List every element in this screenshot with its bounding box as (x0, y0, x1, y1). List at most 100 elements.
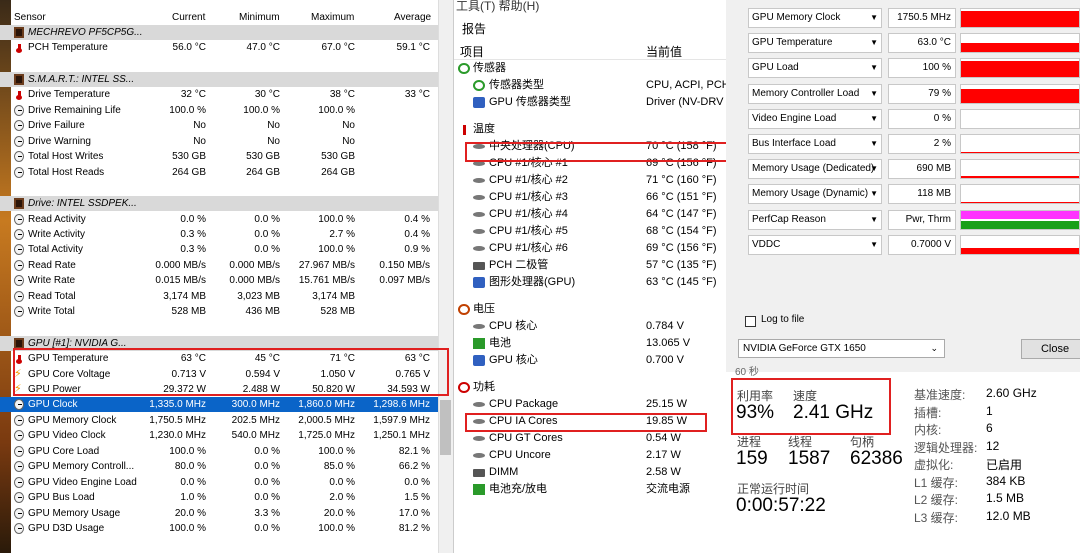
sensor-row[interactable]: GPU Memory Usage 20.0 % 3.3 % 20.0 % 17.0 % (0, 506, 440, 521)
sensor-max-value: 0.0 % (329, 476, 355, 488)
sensor-name: Read Activity (28, 213, 86, 225)
tree-item-row[interactable]: DIMM 2.58 W (454, 464, 726, 481)
graph-fill (961, 43, 1079, 53)
sensor-row[interactable]: Drive Remaining Life 100.0 % 100.0 % 100.0 … (0, 103, 440, 118)
device-icon (14, 198, 24, 210)
sensor-row[interactable]: Read Rate 0.000 MB/s 0.000 MB/s 27.967 MB/s… (0, 258, 440, 273)
tree-item-row[interactable]: CPU #1/核心 #6 69 °C (156 °F) (454, 240, 726, 257)
sensor-row[interactable]: Write Activity 0.3 % 0.0 % 2.7 % 0.4 % (0, 227, 440, 242)
col-item[interactable]: 项目 (460, 43, 484, 60)
sensor-row[interactable]: Drive Temperature 32 °C 30 °C 38 °C 33 °C (0, 87, 440, 102)
tree-item-row[interactable]: CPU Uncore 2.17 W (454, 447, 726, 464)
item-value: 57 °C (135 °F) (646, 259, 717, 271)
sensor-cur-value: 0.000 MB/s (155, 259, 206, 271)
sensor-row[interactable]: GPU Video Clock 1,230.0 MHz 540.0 MHz 1,725… (0, 428, 440, 443)
gpuz-sensor-select[interactable]: GPU Load ▼ (748, 58, 882, 79)
dimm-icon (473, 469, 485, 477)
tree-item-row[interactable]: 图形处理器(GPU) 63 °C (145 °F) (454, 274, 726, 291)
tree-item-row[interactable]: CPU #1/核心 #2 71 °C (160 °F) (454, 172, 726, 189)
gpuz-sensor-select[interactable]: PerfCap Reason ▼ (748, 209, 882, 230)
gpuz-sensor-select[interactable]: VDDC ▼ (748, 234, 882, 255)
scrollbar[interactable] (438, 0, 453, 553)
sensor-row[interactable]: Write Total 528 MB 436 MB 528 MB (0, 304, 440, 319)
sensor-min-value: 47.0 °C (246, 42, 280, 54)
sensor-row[interactable]: Total Host Writes 530 GB 530 GB 530 GB (0, 149, 440, 164)
sensor-group-row[interactable]: Drive: INTEL SSDPEK... (0, 196, 440, 212)
sensor-group-row[interactable]: S.M.A.R.T.: INTEL SS... (0, 71, 440, 87)
tree-group-row[interactable]: 功耗 (454, 379, 726, 396)
tree-item-row[interactable]: 电池充/放电 交流电源 (454, 481, 726, 498)
sensor-row[interactable]: Total Activity 0.3 % 0.0 % 100.0 % 0.9 % (0, 242, 440, 257)
col-value[interactable]: 当前值 (646, 43, 682, 60)
col-sensor[interactable]: Sensor (14, 12, 46, 23)
item-label: CPU 核心 (489, 320, 538, 332)
tree-item-row[interactable]: CPU #1/核心 #5 68 °C (154 °F) (454, 223, 726, 240)
gpuz-sensor-graph (960, 184, 1080, 205)
sensor-row[interactable]: GPU Memory Clock 1,750.5 MHz 202.5 MHz 2,00… (0, 413, 440, 428)
tree-item-row[interactable]: GPU 核心 0.700 V (454, 352, 726, 369)
sensor-group-row[interactable]: MECHREVO PF5CP5G... (0, 25, 440, 40)
gpuz-sensor-select[interactable]: GPU Memory Clock ▼ (748, 8, 882, 28)
report-label[interactable]: 报告 (462, 20, 486, 37)
sensor-row[interactable]: GPU D3D Usage 100.0 % 0.0 % 100.0 % 81.2 % (0, 521, 440, 536)
sensor-row[interactable]: Read Total 3,174 MB 3,023 MB 3,174 MB (0, 289, 440, 304)
tree-item-row[interactable]: CPU Package 25.15 W (454, 396, 726, 413)
item-value: 2.58 W (646, 466, 681, 478)
tree-item-row[interactable]: 传感器类型 CPU, ACPI, PCH, (454, 77, 733, 94)
sensor-row[interactable]: Drive Warning No No No (0, 134, 440, 149)
col-current[interactable]: Current (172, 12, 205, 23)
tree-item-row[interactable]: CPU GT Cores 0.54 W (454, 430, 726, 447)
tree-group-row[interactable]: 电压 (454, 301, 726, 318)
sensor-row[interactable]: GPU Core Load 100.0 % 0.0 % 100.0 % 82.1 % (0, 444, 440, 459)
item-label: 电池充/放电 (489, 483, 548, 495)
tree-item-row[interactable]: GPU 传感器类型 Driver (NV-DRV (454, 94, 726, 111)
sensor-row[interactable]: Read Activity 0.0 % 0.0 % 100.0 % 0.4 % (0, 212, 440, 227)
gpuz-sensor-select[interactable]: Bus Interface Load ▼ (748, 134, 882, 154)
gpuz-sensor-select[interactable]: Memory Usage (Dedicated) ▼ (748, 159, 882, 180)
sensor-row[interactable]: GPU Memory Controll... 80.0 % 0.0 % 85.0 % 6… (0, 459, 440, 474)
sensor-row[interactable]: PCH Temperature 56.0 °C 47.0 °C 67.0 °C 59.1… (0, 40, 440, 55)
tree-item-row[interactable]: PCH 二极管 57 °C (135 °F) (454, 257, 726, 274)
sensor-max-value: 85.0 % (323, 461, 355, 473)
tree-item-row[interactable]: 电池 13.065 V (454, 335, 726, 352)
sensor-max-value: 1,725.0 MHz (298, 430, 355, 442)
menu-bar[interactable]: 工具(T) 帮助(H) (456, 0, 539, 14)
gauge-icon (14, 120, 24, 132)
gpuz-sensor-label: Memory Controller Load (752, 87, 860, 99)
col-minimum[interactable]: Minimum (239, 12, 280, 23)
gauge-icon (14, 430, 24, 442)
close-button[interactable]: Close (1021, 339, 1080, 359)
sensor-row[interactable]: Write Rate 0.015 MB/s 0.000 MB/s 15.761 MB/… (0, 273, 440, 288)
sensor-min-value: 436 MB (245, 306, 280, 318)
dropdown-arrow-icon: ▼ (870, 88, 878, 98)
sensor-row[interactable]: Drive Failure No No No (0, 118, 440, 133)
sensor-row[interactable]: GPU Video Engine Load 0.0 % 0.0 % 0.0 % 0.0 … (0, 475, 440, 490)
gpu-select[interactable]: NVIDIA GeForce GTX 1650 ⌄ (738, 339, 945, 358)
tree-item-row[interactable]: CPU #1/核心 #3 66 °C (151 °F) (454, 189, 726, 206)
gauge-icon (14, 523, 24, 535)
gauge-icon (14, 244, 24, 256)
sensor-row[interactable]: GPU Clock 1,335.0 MHz 300.0 MHz 1,860.0 MHz… (0, 397, 440, 413)
spec-label: L2 缓存: (914, 493, 959, 507)
col-average[interactable]: Average (394, 12, 431, 23)
tree-item-row[interactable]: CPU #1/核心 #4 64 °C (147 °F) (454, 206, 726, 223)
gpuz-sensor-select[interactable]: Memory Controller Load ▼ (748, 83, 882, 104)
tree-item-row[interactable]: CPU 核心 0.784 V (454, 318, 726, 335)
tree-group-row[interactable]: 温度 (454, 121, 726, 138)
gpuz-sensor-select[interactable]: Video Engine Load ▼ (748, 108, 882, 129)
col-maximum[interactable]: Maximum (311, 12, 354, 23)
sensor-avg-value: 1,298.6 MHz (373, 399, 430, 411)
sensor-avg-value: 59.1 °C (396, 42, 430, 54)
sensor-max-value: 67.0 °C (321, 42, 355, 54)
sensor-row[interactable]: Total Host Reads 264 GB 264 GB 264 GB (0, 165, 440, 180)
log-to-file-checkbox[interactable] (745, 316, 756, 327)
gpuz-sensor-select[interactable]: GPU Temperature ▼ (748, 33, 882, 54)
sensor-name: Total Host Reads (28, 166, 105, 178)
gpuz-sensor-value: 100 % (888, 58, 956, 79)
gpuz-sensor-graph (960, 209, 1080, 230)
tree-group-row[interactable]: 传感器 (454, 60, 726, 77)
gpuz-sensor-select[interactable]: Memory Usage (Dynamic) ▼ (748, 184, 882, 205)
sensor-row[interactable]: GPU Bus Load 1.0 % 0.0 % 2.0 % 1.5 % (0, 490, 440, 505)
scrollbar-thumb[interactable] (440, 400, 451, 455)
item-label: 传感器 (473, 62, 506, 74)
